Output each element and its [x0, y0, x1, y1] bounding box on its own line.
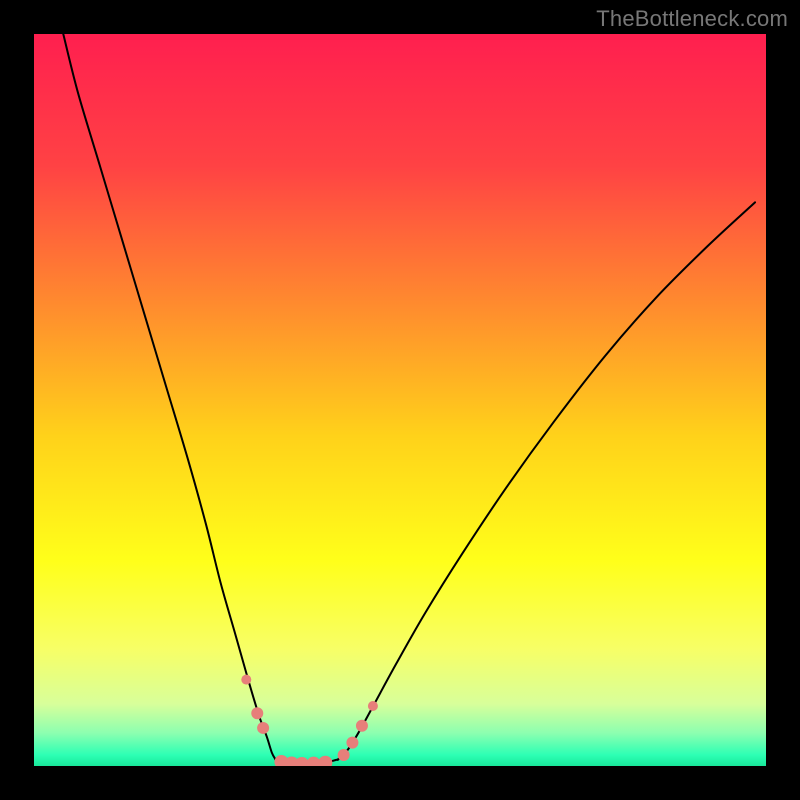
marker-dot	[338, 749, 350, 761]
marker-dot	[368, 701, 378, 711]
watermark-text: TheBottleneck.com	[596, 6, 788, 32]
bottleneck-chart	[0, 0, 800, 800]
marker-dot	[241, 675, 251, 685]
marker-dot	[318, 756, 332, 770]
marker-dot	[356, 720, 368, 732]
chart-stage: TheBottleneck.com	[0, 0, 800, 800]
marker-dot	[257, 722, 269, 734]
marker-dot	[251, 707, 263, 719]
marker-dot	[346, 737, 358, 749]
